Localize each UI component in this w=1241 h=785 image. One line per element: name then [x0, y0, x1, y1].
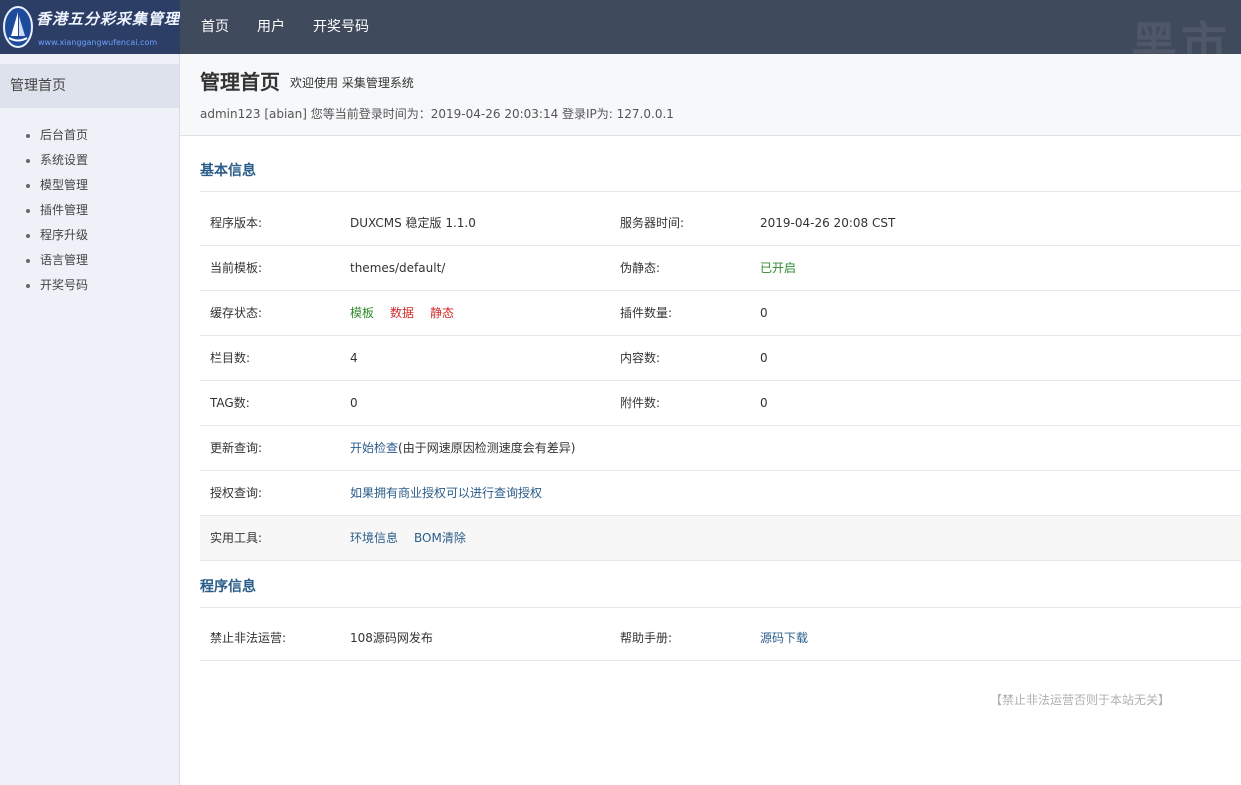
- sidebar-item-label: 插件管理: [40, 203, 89, 217]
- footer-note: 【禁止非法运营否则于本站无关】: [990, 693, 1171, 707]
- rewrite-label: 伪静态:: [620, 261, 661, 275]
- cache-data-status: 数据: [390, 306, 415, 320]
- table-row: 授权查询: 如果拥有商业授权可以进行查询授权: [200, 471, 1241, 516]
- sidebar-item-label: 程序升级: [40, 228, 89, 242]
- plugin-count-value: 0: [760, 306, 768, 320]
- cache-static-status: 静态: [430, 306, 455, 320]
- login-info: admin123 [abian] 您等当前登录时间为：2019-04-26 20…: [200, 107, 674, 121]
- table-row: TAG数: 0 附件数: 0: [200, 381, 1241, 426]
- env-info-link[interactable]: 环境信息: [350, 531, 398, 545]
- divider: [200, 607, 1241, 608]
- sidebar-item-upgrade[interactable]: 程序升级: [0, 223, 179, 248]
- top-bar: 香港五分彩采集管理 www.xianggangwufencai.com 首页 用…: [0, 0, 1241, 54]
- sidebar-menu: 后台首页 系统设置 模型管理 插件管理 程序升级 语言管理 开奖号码: [0, 108, 179, 298]
- cache-status: 模板 数据 静态: [350, 291, 454, 336]
- source-download-link[interactable]: 源码下载: [760, 616, 808, 661]
- tag-count-label: TAG数:: [210, 396, 250, 410]
- rewrite-value: 已开启: [760, 261, 797, 275]
- sidebar: 管理首页 后台首页 系统设置 模型管理 插件管理 程序升级 语言管理 开奖号码: [0, 54, 180, 785]
- sidebar-item-label: 开奖号码: [40, 278, 89, 292]
- start-check-link[interactable]: 开始检查: [350, 441, 398, 455]
- table-row: 栏目数: 4 内容数: 0: [200, 336, 1241, 381]
- tools-links: 环境信息 BOM清除: [350, 516, 466, 561]
- table-row: 缓存状态: 模板 数据 静态 插件数量: 0: [200, 291, 1241, 336]
- nav-lottery-numbers[interactable]: 开奖号码: [299, 0, 383, 54]
- plugin-count-label: 插件数量:: [620, 306, 673, 320]
- sidebar-item-label: 模型管理: [40, 178, 89, 192]
- table-row: 程序版本: DUXCMS 稳定版 1.1.0 服务器时间: 2019-04-26…: [200, 201, 1241, 246]
- sidebar-item-label: 语言管理: [40, 253, 89, 267]
- page-title: 管理首页: [200, 70, 280, 94]
- section-title-program: 程序信息: [200, 579, 256, 595]
- sidebar-item-label: 后台首页: [40, 128, 89, 142]
- page-header: 管理首页 欢迎使用 采集管理系统 admin123 [abian] 您等当前登录…: [180, 54, 1241, 136]
- attachment-count-value: 0: [760, 396, 768, 410]
- welcome-text: 欢迎使用 采集管理系统: [290, 76, 414, 90]
- bom-clear-link[interactable]: BOM清除: [414, 531, 466, 545]
- cache-label: 缓存状态:: [210, 306, 263, 320]
- legal-label: 禁止非法运营:: [210, 631, 287, 645]
- attachment-count-label: 附件数:: [620, 396, 661, 410]
- sidebar-item-label: 系统设置: [40, 153, 89, 167]
- server-time-label: 服务器时间:: [620, 216, 685, 230]
- auth-query-link[interactable]: 如果拥有商业授权可以进行查询授权: [350, 471, 542, 516]
- auth-label: 授权查询:: [210, 486, 263, 500]
- update-note: (由于网速原因检测速度会有差异): [398, 441, 576, 455]
- program-info-table: 禁止非法运营: 108源码网发布 帮助手册: 源码下载: [200, 616, 1241, 661]
- table-row: 当前模板: themes/default/ 伪静态: 已开启: [200, 246, 1241, 291]
- template-label: 当前模板:: [210, 261, 263, 275]
- cache-template-status: 模板: [350, 306, 375, 320]
- content-count-value: 0: [760, 351, 768, 365]
- logo-title: 香港五分彩采集管理: [36, 10, 180, 28]
- sidebar-item-language[interactable]: 语言管理: [0, 248, 179, 273]
- section-title-basic: 基本信息: [200, 163, 256, 179]
- column-count-label: 栏目数:: [210, 351, 251, 365]
- server-time-value: 2019-04-26 20:08 CST: [760, 216, 896, 230]
- divider: [200, 191, 1241, 192]
- table-row: 实用工具: 环境信息 BOM清除: [200, 516, 1241, 561]
- logo-subtitle: www.xianggangwufencai.com: [38, 38, 158, 47]
- version-value: DUXCMS 稳定版 1.1.0: [350, 216, 476, 230]
- version-label: 程序版本:: [210, 216, 263, 230]
- sidebar-item-dashboard[interactable]: 后台首页: [0, 123, 179, 148]
- sidebar-item-models[interactable]: 模型管理: [0, 173, 179, 198]
- sidebar-item-plugins[interactable]: 插件管理: [0, 198, 179, 223]
- tools-label: 实用工具:: [210, 531, 263, 545]
- sailboat-logo-icon: [3, 6, 33, 48]
- template-value: themes/default/: [350, 261, 446, 275]
- update-label: 更新查询:: [210, 441, 263, 455]
- sidebar-item-settings[interactable]: 系统设置: [0, 148, 179, 173]
- content-count-label: 内容数:: [620, 351, 661, 365]
- main-content: 管理首页 欢迎使用 采集管理系统 admin123 [abian] 您等当前登录…: [180, 54, 1241, 785]
- column-count-value: 4: [350, 351, 358, 365]
- sidebar-heading[interactable]: 管理首页: [0, 64, 179, 108]
- update-check: 开始检查(由于网速原因检测速度会有差异): [350, 426, 575, 471]
- logo[interactable]: 香港五分彩采集管理 www.xianggangwufencai.com: [0, 0, 180, 54]
- help-label: 帮助手册:: [620, 631, 673, 645]
- table-row: 禁止非法运营: 108源码网发布 帮助手册: 源码下载: [200, 616, 1241, 661]
- table-row: 更新查询: 开始检查(由于网速原因检测速度会有差异): [200, 426, 1241, 471]
- nav-home[interactable]: 首页: [187, 0, 243, 54]
- top-nav: 首页 用户 开奖号码: [187, 0, 383, 54]
- basic-info-table: 程序版本: DUXCMS 稳定版 1.1.0 服务器时间: 2019-04-26…: [200, 201, 1241, 561]
- legal-value: 108源码网发布: [350, 631, 433, 645]
- sidebar-item-lottery-numbers[interactable]: 开奖号码: [0, 273, 179, 298]
- nav-users[interactable]: 用户: [243, 0, 299, 54]
- tag-count-value: 0: [350, 396, 358, 410]
